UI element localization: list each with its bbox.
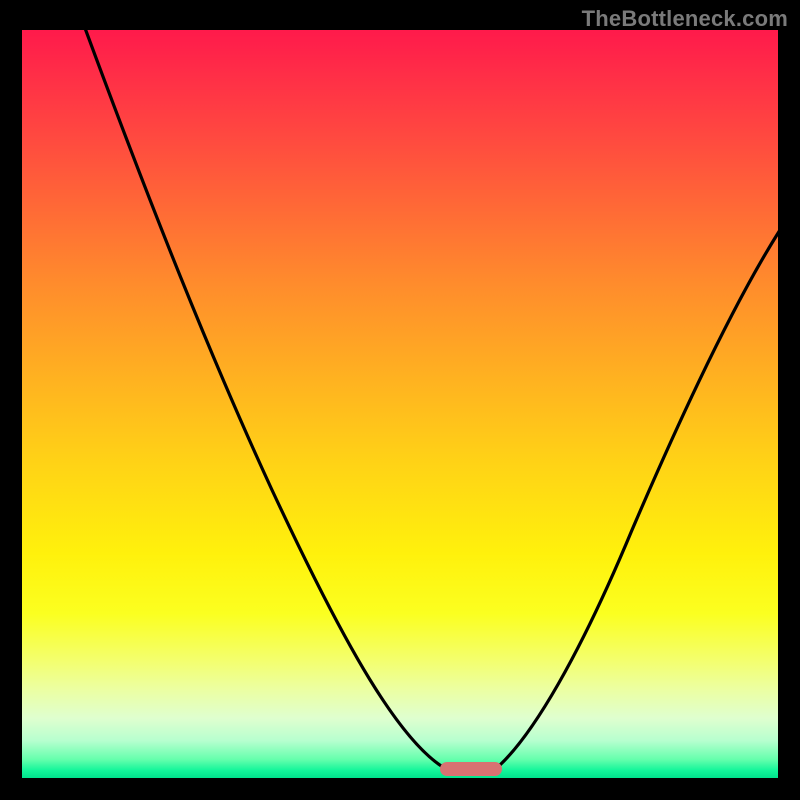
optimal-marker bbox=[440, 762, 502, 776]
curve-path bbox=[82, 30, 778, 772]
plot-area bbox=[22, 30, 778, 778]
bottleneck-curve bbox=[22, 30, 778, 778]
chart-frame: TheBottleneck.com bbox=[0, 0, 800, 800]
watermark-text: TheBottleneck.com bbox=[582, 6, 788, 32]
